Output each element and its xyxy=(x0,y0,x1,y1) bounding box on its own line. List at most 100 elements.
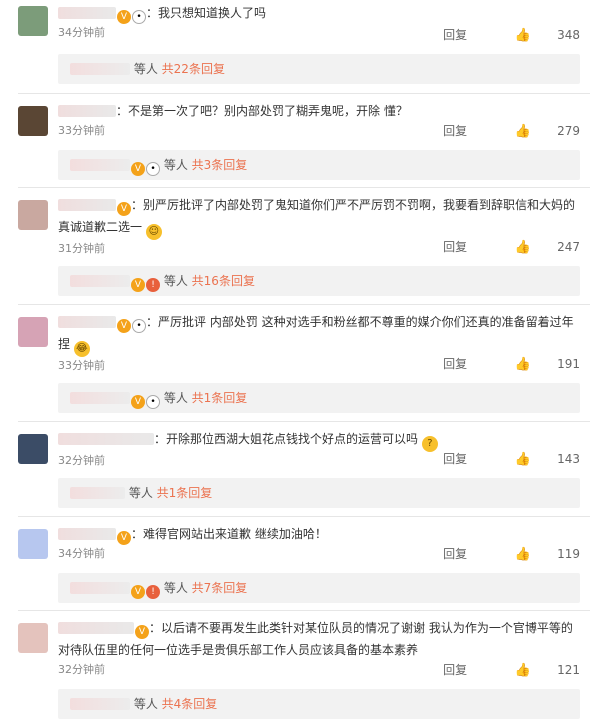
like-count: 348 xyxy=(557,28,580,42)
thumbs-up-icon: 👍 xyxy=(514,357,532,372)
reply-who: 等人 xyxy=(163,158,188,172)
reply-bar[interactable]: V • 等人 共1条回复 xyxy=(58,383,580,413)
reply-button[interactable]: 回复 xyxy=(443,357,467,371)
thumbs-up-icon: 👍 xyxy=(514,547,532,562)
vip-badge-icon: V xyxy=(117,319,131,333)
reply-username xyxy=(70,487,125,499)
reply-button[interactable]: 回复 xyxy=(443,240,467,254)
comment: V • ：我只想知道换人了吗 34分钟前 回复 👍 348 等人 共22条回复 xyxy=(0,0,590,94)
thumbs-up-icon: 👍 xyxy=(514,240,532,255)
vip-badge-icon: V xyxy=(117,10,131,24)
reply-button[interactable]: 回复 xyxy=(443,124,467,138)
like-button[interactable]: 👍 191 xyxy=(493,357,580,372)
reply-bar[interactable]: 等人 共22条回复 xyxy=(58,54,580,84)
username[interactable] xyxy=(58,105,116,117)
comment-text: ：难得官网站出来道歉 继续加油哈！ xyxy=(131,527,327,541)
panda-icon: • xyxy=(146,162,160,176)
comment-text: ：以后请不要再发生此类针对某位队员的情况了谢谢 我认为作为一个官博平等的对待队伍… xyxy=(58,621,573,657)
reply-who: 等人 xyxy=(128,486,153,500)
fire-icon: ! xyxy=(146,585,160,599)
like-count: 247 xyxy=(557,240,580,254)
thumbs-up-icon: 👍 xyxy=(514,124,532,139)
reply-count[interactable]: 共3条回复 xyxy=(192,158,248,172)
avatar[interactable] xyxy=(18,6,48,36)
reply-count[interactable]: 共1条回复 xyxy=(192,391,248,405)
comment: V ：难得官网站出来道歉 继续加油哈！ 34分钟前 回复 👍 119 V! 等人 共… xyxy=(0,517,590,611)
comment: ：不是第一次了吧？别内部处罚了糊弄鬼呢，开除 懂？ 33分钟前 回复 👍 279 … xyxy=(0,94,590,188)
reply-button[interactable]: 回复 xyxy=(443,452,467,466)
comment-text: ：开除那位西湖大姐花点钱找个好点的运营可以吗 xyxy=(154,432,419,446)
fire-icon: ! xyxy=(146,278,160,292)
avatar[interactable] xyxy=(18,106,48,136)
like-count: 191 xyxy=(557,357,580,371)
reply-count[interactable]: 共1条回复 xyxy=(157,486,213,500)
avatar[interactable] xyxy=(18,623,48,653)
thumbs-up-icon: 👍 xyxy=(514,452,532,467)
reply-bar[interactable]: 等人 共4条回复 xyxy=(58,689,580,719)
panda-icon: • xyxy=(132,319,146,333)
like-button[interactable]: 👍 143 xyxy=(493,452,580,467)
reply-count[interactable]: 共22条回复 xyxy=(162,62,225,76)
comment-text: ：别严厉批评了内部处罚了鬼知道你们严不严厉罚不罚啊，我要看到辞职信和大妈的真诚道… xyxy=(58,198,576,234)
reply-username xyxy=(70,275,130,287)
vip-badge-icon: V xyxy=(117,202,131,216)
panda-icon: • xyxy=(132,10,146,24)
comment-text: ：我只想知道换人了吗 xyxy=(146,6,267,20)
like-button[interactable]: 👍 348 xyxy=(493,28,580,43)
like-count: 121 xyxy=(557,663,580,677)
thumbs-up-icon: 👍 xyxy=(514,663,532,678)
username[interactable] xyxy=(58,433,154,445)
thumbs-up-icon: 👍 xyxy=(514,28,532,43)
avatar[interactable] xyxy=(18,317,48,347)
comment: V ：以后请不要再发生此类针对某位队员的情况了谢谢 我认为作为一个官博平等的对待队… xyxy=(0,611,590,727)
vip-badge-icon: V xyxy=(131,395,145,409)
vip-badge-icon: V xyxy=(117,531,131,545)
reply-username xyxy=(70,582,130,594)
laughing-emoji-icon: 😂 xyxy=(73,341,90,357)
username[interactable] xyxy=(58,528,116,540)
like-count: 279 xyxy=(557,124,580,138)
reply-count[interactable]: 共16条回复 xyxy=(192,274,255,288)
reply-bar[interactable]: V! 等人 共7条回复 xyxy=(58,573,580,603)
reply-username xyxy=(70,392,130,404)
like-count: 143 xyxy=(557,452,580,466)
reply-bar[interactable]: 等人 共1条回复 xyxy=(58,478,580,508)
like-button[interactable]: 👍 119 xyxy=(493,547,580,562)
username[interactable] xyxy=(58,199,116,211)
reply-who: 等人 xyxy=(163,581,188,595)
reply-who: 等人 xyxy=(163,391,188,405)
username[interactable] xyxy=(58,7,116,19)
reply-button[interactable]: 回复 xyxy=(443,663,467,677)
username[interactable] xyxy=(58,316,116,328)
vip-badge-icon: V xyxy=(131,585,145,599)
reply-who: 等人 xyxy=(133,62,158,76)
comment-text: ：不是第一次了吧？别内部处罚了糊弄鬼呢，开除 懂？ xyxy=(116,104,408,118)
comment: V • ：严厉批评 内部处罚 这种对选手和粉丝都不尊重的媒介你们还真的准备留着过年捏… xyxy=(0,305,590,422)
reply-count[interactable]: 共4条回复 xyxy=(162,697,218,711)
comment: ：开除那位西湖大姐花点钱找个好点的运营可以吗 ? 32分钟前 回复 👍 143 等… xyxy=(0,422,590,517)
reply-bar[interactable]: V • 等人 共3条回复 xyxy=(58,150,580,180)
avatar[interactable] xyxy=(18,529,48,559)
like-button[interactable]: 👍 279 xyxy=(493,124,580,139)
username[interactable] xyxy=(58,622,134,634)
like-count: 119 xyxy=(557,547,580,561)
vip-badge-icon: V xyxy=(131,162,145,176)
comment: V ：别严厉批评了内部处罚了鬼知道你们严不严厉罚不罚啊，我要看到辞职信和大妈的真诚… xyxy=(0,188,590,305)
reply-button[interactable]: 回复 xyxy=(443,28,467,42)
smile-emoji-icon: ☺ xyxy=(145,224,162,240)
avatar[interactable] xyxy=(18,200,48,230)
reply-who: 等人 xyxy=(133,697,158,711)
reply-button[interactable]: 回复 xyxy=(443,547,467,561)
vip-badge-icon: V xyxy=(135,625,149,639)
like-button[interactable]: 👍 247 xyxy=(493,240,580,255)
reply-username xyxy=(70,159,130,171)
reply-count[interactable]: 共7条回复 xyxy=(192,581,248,595)
reply-username xyxy=(70,698,130,710)
reply-username xyxy=(70,63,130,75)
vip-badge-icon: V xyxy=(131,278,145,292)
avatar[interactable] xyxy=(18,434,48,464)
panda-icon: • xyxy=(146,395,160,409)
reply-who: 等人 xyxy=(163,274,188,288)
like-button[interactable]: 👍 121 xyxy=(493,663,580,678)
reply-bar[interactable]: V! 等人 共16条回复 xyxy=(58,266,580,296)
